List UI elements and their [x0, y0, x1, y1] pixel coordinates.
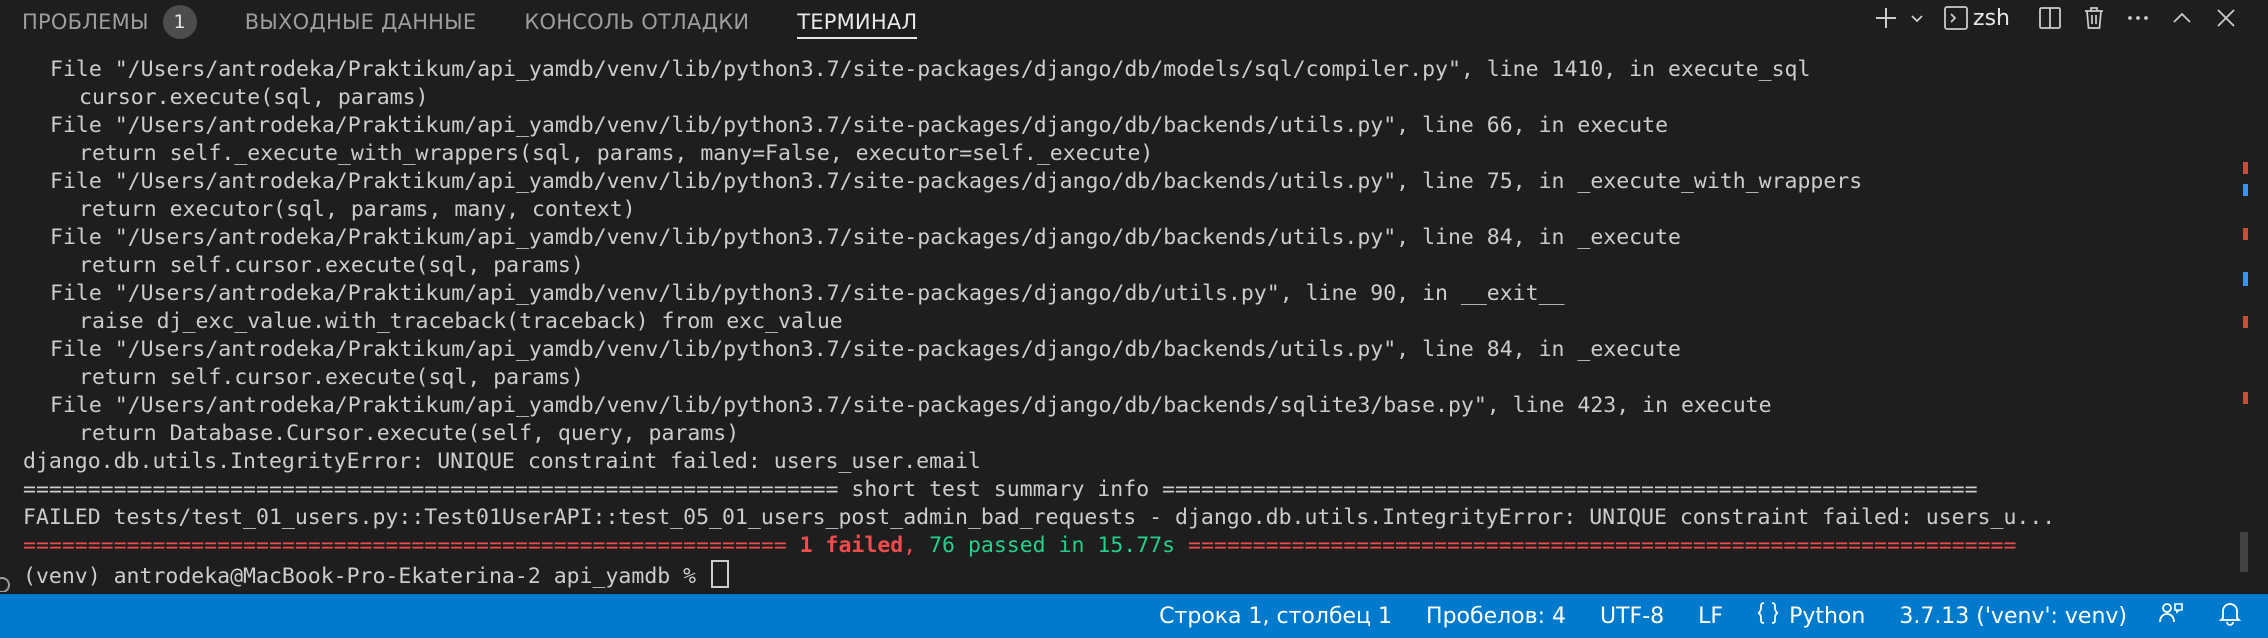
- scrollbar-error-marker: [2243, 392, 2248, 404]
- tab-output[interactable]: ВЫХОДНЫЕ ДАННЫЕ: [221, 0, 501, 44]
- terminal-cursor: [711, 560, 730, 588]
- kill-terminal-button[interactable]: [2072, 0, 2116, 36]
- close-panel-button[interactable]: [2204, 0, 2248, 36]
- braces-icon: [1757, 601, 1789, 631]
- terminal-profile-dropdown[interactable]: [1903, 0, 1931, 36]
- problems-count-badge: 1: [162, 5, 197, 39]
- add-icon: [1874, 6, 1898, 30]
- language-label: Python: [1789, 603, 1866, 629]
- feedback-button[interactable]: [2144, 594, 2208, 638]
- terminal-line: raise dj_exc_value.with_traceback(traceb…: [79, 309, 843, 334]
- trash-icon: [2081, 5, 2107, 31]
- scrollbar-error-marker: [2243, 228, 2248, 240]
- tab-problems[interactable]: ПРОБЛЕМЫ 1: [0, 0, 221, 44]
- terminal-line: File "/Users/antrodeka/Praktikum/api_yam…: [50, 393, 1772, 418]
- cursor-position[interactable]: Строка 1, столбец 1: [1142, 594, 1409, 638]
- chevron-up-icon: [2170, 6, 2194, 30]
- eol-setting[interactable]: LF: [1681, 594, 1740, 638]
- tab-terminal[interactable]: ТЕРМИНАЛ: [773, 0, 941, 44]
- python-interpreter[interactable]: 3.7.13 ('venv': venv): [1882, 594, 2144, 638]
- result-left-rule: ========================================…: [23, 533, 800, 558]
- terminal-line: File "/Users/antrodeka/Praktikum/api_yam…: [50, 281, 1565, 306]
- chevron-down-icon: [1909, 10, 1925, 26]
- terminal-line: File "/Users/antrodeka/Praktikum/api_yam…: [50, 113, 1669, 138]
- terminal-line: return Database.Cursor.execute(self, que…: [79, 421, 740, 446]
- tab-output-label: ВЫХОДНЫЕ ДАННЫЕ: [244, 10, 477, 34]
- scrollbar-error-marker: [2243, 162, 2248, 174]
- tab-terminal-label: ТЕРМИНАЛ: [797, 10, 918, 34]
- encoding-setting[interactable]: UTF-8: [1583, 594, 1681, 638]
- terminal-line: cursor.execute(sql, params): [79, 85, 429, 110]
- test-result-line: ========================================…: [23, 532, 2016, 560]
- terminal-line: File "/Users/antrodeka/Praktikum/api_yam…: [50, 169, 1863, 194]
- command-decoration-icon[interactable]: [0, 577, 10, 592]
- notifications-button[interactable]: [2208, 594, 2268, 638]
- shell-prompt-line[interactable]: (venv) antrodeka@MacBook-Pro-Ekaterina-2…: [23, 560, 730, 589]
- passed-count: 76 passed in 15.77s: [929, 533, 1176, 558]
- failed-test-line: FAILED tests/test_01_users.py::Test01Use…: [23, 505, 2056, 530]
- feedback-icon: [2158, 600, 2194, 632]
- terminal-icon: [1943, 5, 1969, 31]
- tab-debug-console-label: КОНСОЛЬ ОТЛАДКИ: [524, 10, 750, 34]
- more-actions-button[interactable]: [2116, 0, 2160, 36]
- bell-icon: [2218, 600, 2252, 632]
- terminal-line: return executor(sql, params, many, conte…: [79, 197, 636, 222]
- scrollbar-info-marker: [2243, 184, 2248, 196]
- terminal-line: return self.cursor.execute(sql, params): [79, 365, 584, 390]
- more-icon: [2125, 5, 2151, 31]
- scrollbar-error-marker: [2243, 316, 2248, 328]
- terminal-output[interactable]: File "/Users/antrodeka/Praktikum/api_yam…: [0, 44, 2250, 592]
- terminal-line: django.db.utils.IntegrityError: UNIQUE c…: [23, 449, 981, 474]
- terminal-shell-selector[interactable]: zsh: [1943, 0, 2028, 36]
- language-mode[interactable]: Python: [1740, 594, 1882, 638]
- add-terminal-button[interactable]: [1869, 0, 1903, 36]
- shell-prompt: (venv) antrodeka@MacBook-Pro-Ekaterina-2…: [23, 564, 710, 589]
- close-icon: [2214, 6, 2238, 30]
- terminal-line: File "/Users/antrodeka/Praktikum/api_yam…: [50, 337, 1681, 362]
- result-right-rule: ========================================…: [1175, 533, 2017, 558]
- indentation-setting[interactable]: Пробелов: 4: [1409, 594, 1583, 638]
- tab-debug-console[interactable]: КОНСОЛЬ ОТЛАДКИ: [500, 0, 773, 44]
- maximize-panel-button[interactable]: [2160, 0, 2204, 36]
- test-summary-header: ========================================…: [23, 477, 1978, 502]
- terminal-line: return self.cursor.execute(sql, params): [79, 253, 584, 278]
- scrollbar-info-marker: [2243, 272, 2248, 286]
- terminal-line: return self._execute_with_wrappers(sql, …: [79, 141, 1154, 166]
- scrollbar-thumb[interactable]: [2240, 532, 2248, 572]
- terminal-line: File "/Users/antrodeka/Praktikum/api_yam…: [50, 57, 1811, 82]
- tab-problems-label: ПРОБЛЕМЫ: [22, 10, 149, 34]
- result-comma: ,: [903, 533, 930, 558]
- split-terminal-button[interactable]: [2028, 0, 2072, 36]
- panel-actions: zsh: [1869, 0, 2248, 36]
- shell-name: zsh: [1973, 5, 2010, 31]
- failed-count: 1 failed: [799, 533, 904, 558]
- split-icon: [2037, 5, 2063, 31]
- terminal-line: File "/Users/antrodeka/Praktikum/api_yam…: [50, 225, 1681, 250]
- status-bar: Строка 1, столбец 1 Пробелов: 4 UTF-8 LF…: [0, 594, 2268, 638]
